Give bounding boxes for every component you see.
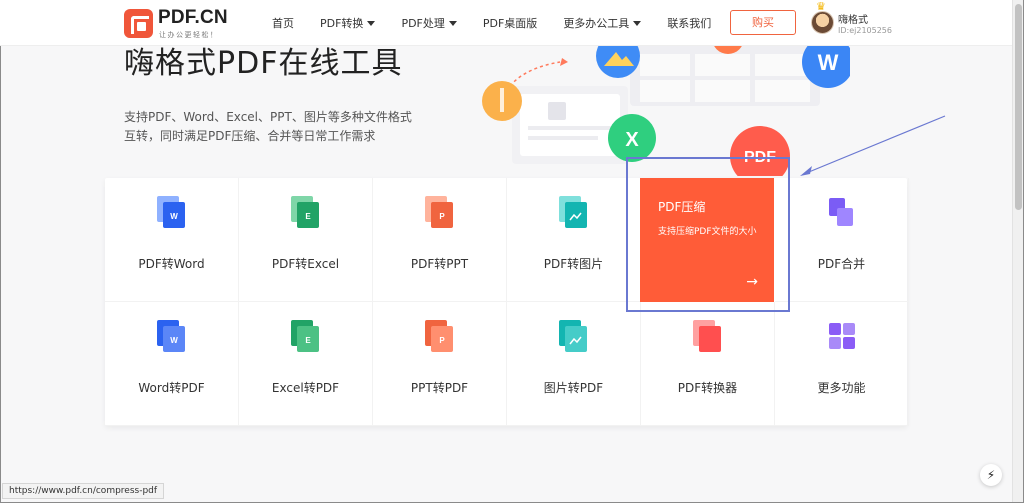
excel-file-icon: E bbox=[291, 320, 319, 352]
image-file-icon bbox=[559, 320, 587, 352]
caret-down-icon bbox=[448, 20, 457, 26]
svg-text:E: E bbox=[305, 336, 311, 345]
user-id: ID:ej2105256 bbox=[838, 26, 892, 35]
word-file-icon: W bbox=[157, 320, 185, 352]
svg-text:W: W bbox=[818, 50, 839, 75]
page-title: 嗨格式PDF在线工具 bbox=[124, 46, 403, 81]
tool-label: PDF转图片 bbox=[543, 257, 604, 271]
user-name[interactable]: 嗨格式 bbox=[838, 11, 868, 26]
annotation-arrow bbox=[800, 115, 946, 176]
tool-label: Word转PDF bbox=[138, 381, 205, 395]
feature-description: 支持压缩PDF文件的大小 bbox=[658, 227, 757, 237]
tool-pdf-to-word[interactable]: W PDF转Word bbox=[105, 178, 239, 302]
svg-text:W: W bbox=[170, 212, 178, 221]
tool-label: 图片转PDF bbox=[543, 381, 604, 395]
buy-button[interactable]: 购买 bbox=[730, 10, 796, 35]
hero-desc-line-1: 支持PDF、Word、Excel、PPT、图片等多种文件格式 bbox=[124, 110, 412, 124]
svg-text:W: W bbox=[170, 336, 178, 345]
tool-pdf-to-ppt[interactable]: P PDF转PPT bbox=[373, 178, 507, 302]
tool-pdf-compress[interactable]: PDF压缩 支持压缩PDF文件的大小 → bbox=[640, 178, 774, 302]
image-file-icon bbox=[559, 196, 587, 228]
svg-text:P: P bbox=[439, 336, 445, 345]
svg-text:PDF: PDF bbox=[744, 149, 776, 166]
nav-pdf-desktop[interactable]: PDF桌面版 bbox=[483, 15, 537, 31]
svg-text:E: E bbox=[305, 212, 311, 221]
tool-label: PDF转Word bbox=[138, 257, 205, 271]
hero-desc-line-2: 互转，同时满足PDF压缩、合并等日常工作需求 bbox=[124, 129, 376, 143]
converter-icon bbox=[693, 320, 721, 352]
caret-down-icon bbox=[367, 20, 376, 26]
page-scrollbar[interactable] bbox=[1012, 0, 1023, 502]
svg-text:P: P bbox=[439, 212, 445, 221]
tool-pdf-converter[interactable]: PDF转换器 bbox=[641, 302, 775, 426]
merge-icon bbox=[829, 198, 853, 226]
ppt-file-icon: P bbox=[425, 196, 453, 228]
nav-pdf-convert[interactable]: PDF转换 bbox=[320, 15, 376, 31]
svg-text:X: X bbox=[625, 129, 639, 151]
tool-label: PDF转换器 bbox=[677, 381, 738, 395]
feature-title: PDF压缩 bbox=[658, 200, 706, 214]
nav-home[interactable]: 首页 bbox=[272, 15, 294, 31]
arrow-right-icon[interactable]: → bbox=[746, 274, 758, 290]
lightning-icon[interactable]: ⚡ bbox=[980, 464, 1002, 486]
tool-word-to-pdf[interactable]: W Word转PDF bbox=[105, 302, 239, 426]
excel-file-icon: E bbox=[291, 196, 319, 228]
ppt-file-icon: P bbox=[425, 320, 453, 352]
tool-label: PDF转Excel bbox=[271, 257, 340, 271]
tool-pdf-to-image[interactable]: PDF转图片 bbox=[507, 178, 641, 302]
word-file-icon: W bbox=[157, 196, 185, 228]
nav-more-tools[interactable]: 更多办公工具 bbox=[563, 15, 642, 31]
scroll-thumb[interactable] bbox=[1015, 4, 1022, 210]
tool-label: PDF转PPT bbox=[410, 257, 469, 271]
tool-pdf-to-excel[interactable]: E PDF转Excel bbox=[239, 178, 373, 302]
tool-image-to-pdf[interactable]: 图片转PDF bbox=[507, 302, 641, 426]
tool-label: PPT转PDF bbox=[410, 381, 469, 395]
tools-grid: W PDF转Word E PDF转Excel P PDF转PPT PDF转图片 … bbox=[105, 178, 909, 426]
tool-label: 更多功能 bbox=[817, 381, 866, 395]
tool-excel-to-pdf[interactable]: E Excel转PDF bbox=[239, 302, 373, 426]
status-bar-url: https://www.pdf.cn/compress-pdf bbox=[2, 483, 165, 499]
caret-down-icon bbox=[633, 20, 642, 26]
nav-contact[interactable]: 联系我们 bbox=[667, 15, 711, 31]
tool-more-features[interactable]: 更多功能 bbox=[775, 302, 909, 426]
grid-more-icon bbox=[829, 323, 855, 349]
avatar[interactable] bbox=[811, 11, 834, 34]
tool-pdf-merge[interactable]: PDF合并 bbox=[775, 178, 909, 302]
logo-mark-icon bbox=[124, 9, 153, 38]
nav-pdf-process[interactable]: PDF处理 bbox=[401, 15, 457, 31]
logo-text: PDF.CN bbox=[158, 7, 228, 28]
tool-label: PDF合并 bbox=[817, 257, 866, 271]
hero-description: 支持PDF、Word、Excel、PPT、图片等多种文件格式 互转，同时满足PD… bbox=[124, 108, 412, 146]
tool-ppt-to-pdf[interactable]: P PPT转PDF bbox=[373, 302, 507, 426]
tool-label: Excel转PDF bbox=[271, 381, 340, 395]
